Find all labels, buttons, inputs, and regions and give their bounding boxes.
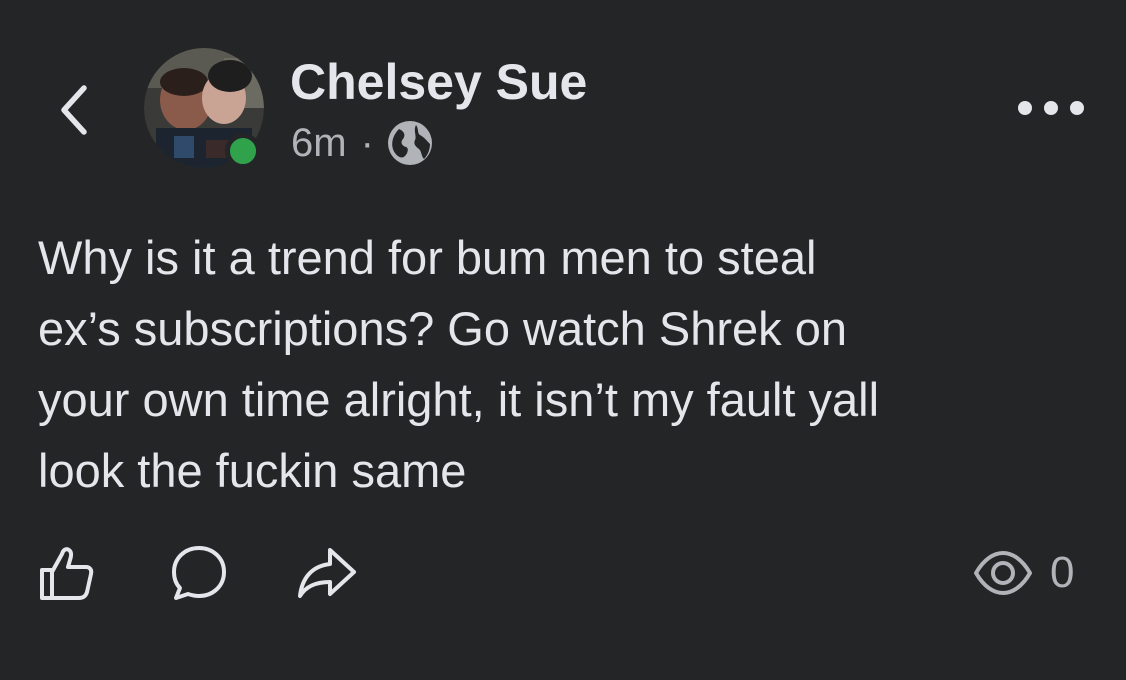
back-button[interactable]: [46, 80, 102, 140]
comment-button[interactable]: [164, 535, 234, 611]
views-indicator: 0: [972, 535, 1074, 611]
globe-icon[interactable]: [386, 119, 434, 167]
post-actions-bar: 0: [0, 535, 1126, 615]
post-card: Chelsey Sue 6m · Why is it a trend for b…: [0, 0, 1126, 680]
like-button[interactable]: [32, 535, 102, 611]
share-arrow-icon: [298, 548, 356, 598]
eye-icon: [974, 551, 1032, 595]
post-meta: 6m ·: [291, 118, 434, 168]
thumbs-up-icon: [40, 547, 94, 600]
share-button[interactable]: [292, 535, 362, 611]
more-dot: [1044, 101, 1058, 115]
author-name[interactable]: Chelsey Sue: [290, 52, 587, 112]
chevron-left-icon: [61, 85, 87, 135]
comment-bubble-icon: [172, 546, 226, 600]
post-body-text: Why is it a trend for bum men to steal e…: [38, 231, 880, 497]
online-status-indicator: [225, 133, 261, 169]
meta-separator: ·: [360, 121, 374, 165]
more-dot: [1018, 101, 1032, 115]
more-dot: [1070, 101, 1084, 115]
views-count: 0: [1050, 548, 1075, 597]
more-options-button[interactable]: [1018, 88, 1084, 128]
post-timestamp[interactable]: 6m: [291, 121, 347, 166]
